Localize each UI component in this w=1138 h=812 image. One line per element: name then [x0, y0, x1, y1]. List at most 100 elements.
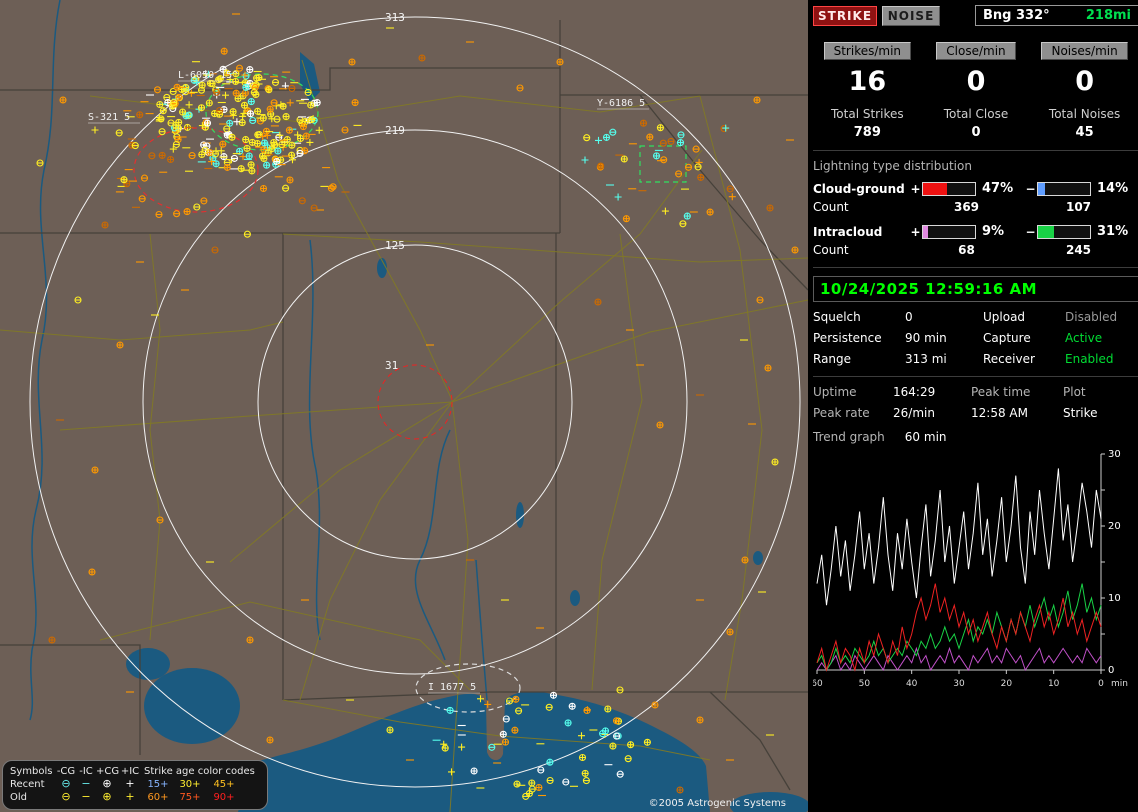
- storm-track-label: I 1677 5: [428, 682, 476, 693]
- strike-marker: [683, 212, 691, 220]
- plus-sign: +: [910, 224, 921, 239]
- receiver-label: Receiver: [983, 352, 1035, 366]
- strike-marker: [266, 736, 274, 744]
- trend-xtick-label: 0: [1098, 679, 1104, 689]
- strike-marker: [302, 132, 310, 140]
- storm-track-label: L-6050 15^: [178, 70, 238, 81]
- strike-marker: [764, 364, 772, 372]
- strike-indicator-button[interactable]: STRIKE: [813, 5, 877, 26]
- strike-marker: [546, 758, 554, 766]
- cloud-ground-minus-count: 107: [1065, 200, 1092, 214]
- strike-marker: [246, 636, 254, 644]
- range-ring-label: 31: [385, 359, 398, 372]
- divider: [813, 267, 1138, 268]
- capture-label: Capture: [983, 331, 1031, 345]
- strike-marker: [259, 184, 268, 193]
- strike-marker: [470, 767, 478, 775]
- peak-time-label: Peak time: [971, 385, 1031, 399]
- intracloud-minus-pct: 31%: [1097, 224, 1129, 239]
- strike-marker: [578, 753, 587, 762]
- uptime-label: Uptime: [813, 385, 857, 399]
- bearing-distance: 218mi: [1085, 8, 1131, 23]
- trend-xtick-label: 60: [813, 679, 823, 689]
- datetime-display: 10/24/2025 12:59:16 AM: [813, 276, 1138, 302]
- plot-label: Plot: [1063, 385, 1086, 399]
- strike-marker: [581, 769, 589, 777]
- strike-marker: [205, 99, 213, 107]
- trend-ytick-label: 0: [1108, 665, 1114, 676]
- strike-marker: [223, 163, 231, 171]
- strike-marker: [242, 136, 250, 144]
- trend-x-unit: min: [1111, 679, 1128, 689]
- strike-marker: [238, 119, 246, 127]
- legend-age-code: 15+: [147, 779, 169, 790]
- strike-marker: [101, 221, 109, 229]
- minus-sign: −: [1025, 224, 1036, 239]
- divider: [813, 376, 1138, 377]
- peak-rate-value: 26/min: [893, 406, 935, 420]
- strike-marker: [313, 99, 321, 107]
- noises-per-min-button[interactable]: Noises/min: [1041, 42, 1128, 60]
- capture-status: Active: [1065, 331, 1103, 345]
- strike-marker: [652, 152, 661, 160]
- noise-indicator-button[interactable]: NOISE: [882, 5, 940, 26]
- strike-marker: [249, 82, 257, 90]
- intracloud-plus-bar: [922, 224, 976, 239]
- strike-marker: [676, 786, 684, 794]
- map-canvas[interactable]: 313 219 125 31 L-6050 15^ S-321 5 Y-6186 5 I 1…: [0, 0, 808, 812]
- intracloud-minus-count: 245: [1065, 243, 1092, 257]
- strike-marker: [183, 208, 191, 216]
- legend-age-code: 60+: [147, 792, 169, 803]
- strike-marker: [348, 58, 356, 66]
- strike-marker: [156, 100, 164, 109]
- legend-age-code: 90+: [213, 792, 235, 803]
- app-window: 313 219 125 31 L-6050 15^ S-321 5 Y-6186 5 I 1…: [0, 0, 1138, 812]
- strike-marker: [639, 119, 648, 127]
- legend-symbol-pcg-icon: ⊕: [102, 790, 112, 803]
- cloud-ground-plus-bar: [922, 181, 976, 196]
- range-ring-label: 219: [385, 124, 405, 137]
- strike-marker: [512, 695, 520, 703]
- strike-marker: [766, 204, 774, 212]
- strike-marker: [288, 151, 296, 159]
- strike-marker: [288, 141, 296, 149]
- receiver-status: Enabled: [1065, 352, 1114, 366]
- strike-marker: [741, 556, 749, 564]
- strike-marker: [597, 162, 605, 170]
- trend-xtick-label: 50: [859, 679, 871, 689]
- trend-graph-window: 60 min: [904, 430, 947, 444]
- strike-marker: [602, 133, 611, 141]
- strike-marker: [676, 139, 685, 147]
- strike-marker: [198, 150, 206, 159]
- total-noises-label: Total Noises: [1048, 107, 1121, 121]
- strike-marker: [159, 107, 167, 115]
- strike-marker: [247, 98, 255, 106]
- trend-ytick-label: 10: [1108, 593, 1121, 604]
- trend-xtick-label: 30: [953, 679, 965, 689]
- strike-marker: [274, 147, 282, 155]
- strike-marker: [158, 151, 166, 159]
- strike-marker: [263, 161, 271, 169]
- cloud-ground-label: Cloud-ground: [813, 181, 905, 196]
- strike-marker: [446, 706, 454, 714]
- strike-marker: [247, 161, 255, 169]
- bearing-box: Bng 332° 218mi: [975, 5, 1138, 26]
- total-noises-value: 45: [1075, 125, 1094, 140]
- strikes-per-min-button[interactable]: Strikes/min: [823, 42, 912, 60]
- status-panel: STRIKE NOISE Bng 332° 218mi Strikes/min …: [808, 0, 1138, 812]
- strike-marker: [252, 90, 260, 99]
- count-label: Count: [813, 200, 849, 214]
- legend-row-label: Recent: [10, 779, 45, 790]
- trend-graph-label: Trend graph: [813, 430, 885, 444]
- strike-marker: [265, 86, 273, 94]
- intracloud-plus-pct: 9%: [982, 224, 1005, 239]
- strike-marker: [91, 466, 99, 474]
- strike-marker: [568, 702, 576, 710]
- close-per-min-button[interactable]: Close/min: [936, 42, 1016, 60]
- legend-age-code: 45+: [213, 779, 235, 790]
- strike-marker: [643, 738, 651, 746]
- distribution-title: Lightning type distribution: [813, 159, 972, 173]
- strikes-per-min-value: 16: [848, 66, 887, 97]
- lightning-map[interactable]: 313 219 125 31 L-6050 15^ S-321 5 Y-6186 5 I 1…: [0, 0, 808, 812]
- strike-marker: [622, 215, 630, 223]
